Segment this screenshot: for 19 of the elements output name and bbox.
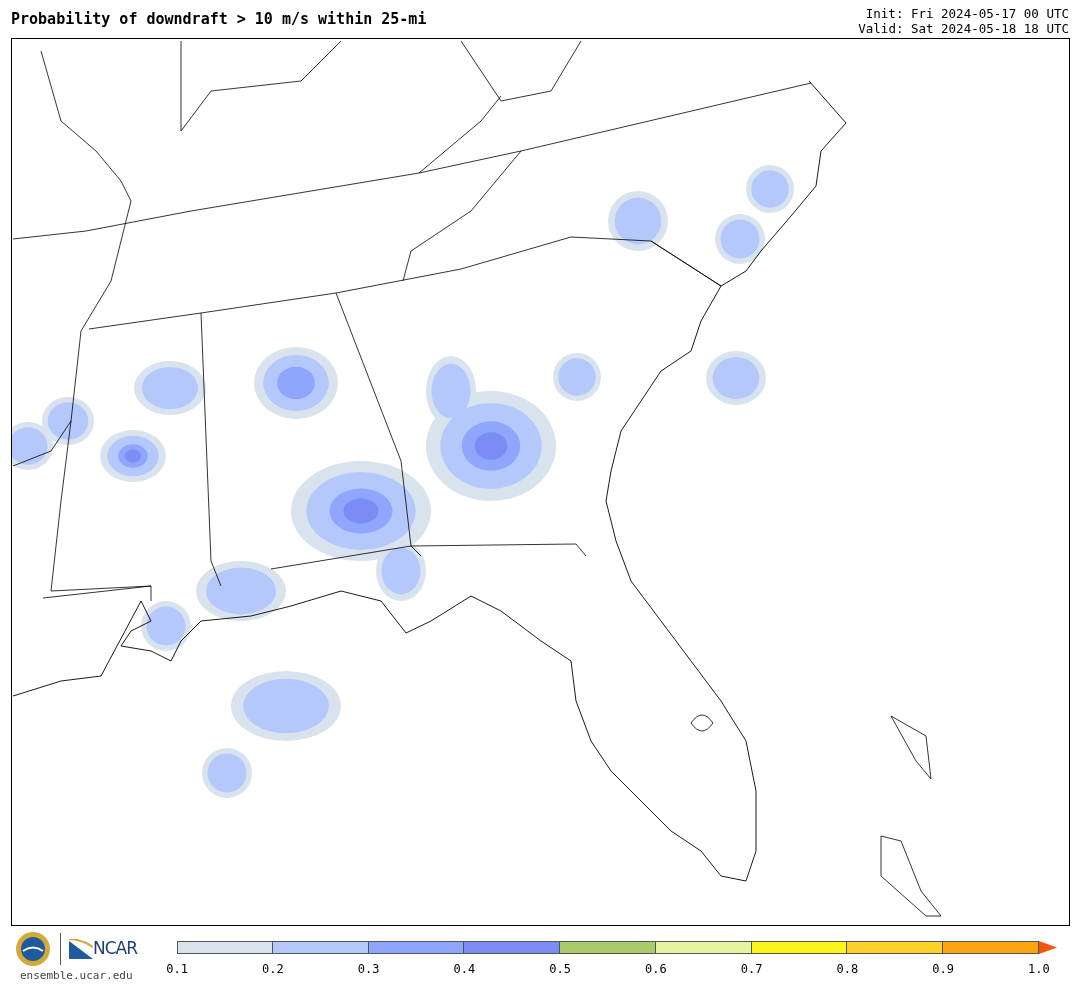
- island-outline: [890, 715, 932, 780]
- logo-text: NCAR: [93, 937, 138, 961]
- chart-title: Probability of downdraft > 10 m/s within 25-mi: [11, 9, 427, 30]
- website-url: ensemble.ucar.edu: [20, 968, 134, 984]
- tick-label: 0.2: [260, 961, 285, 978]
- tick-label: 0.5: [548, 961, 572, 978]
- tick-label: 0.1: [165, 961, 189, 978]
- tick-label: 0.9: [931, 961, 955, 978]
- valid-time: Valid: Sat 2024-05-18 18 UTC: [858, 21, 1069, 36]
- tick-label: 0.3: [356, 961, 381, 978]
- tick-label: 1.0: [1027, 961, 1051, 978]
- tick-label: 0.8: [835, 961, 860, 978]
- tick-label: 0.4: [452, 961, 477, 978]
- tick-label: 0.6: [644, 961, 668, 978]
- seal-logo-icon: [14, 930, 52, 968]
- init-time: Init: Fri 2024-05-17 00 UTC: [864, 6, 1069, 21]
- lake-outline: [690, 714, 714, 732]
- logo-mark-icon: [69, 939, 93, 959]
- tick-label: 0.7: [739, 961, 764, 978]
